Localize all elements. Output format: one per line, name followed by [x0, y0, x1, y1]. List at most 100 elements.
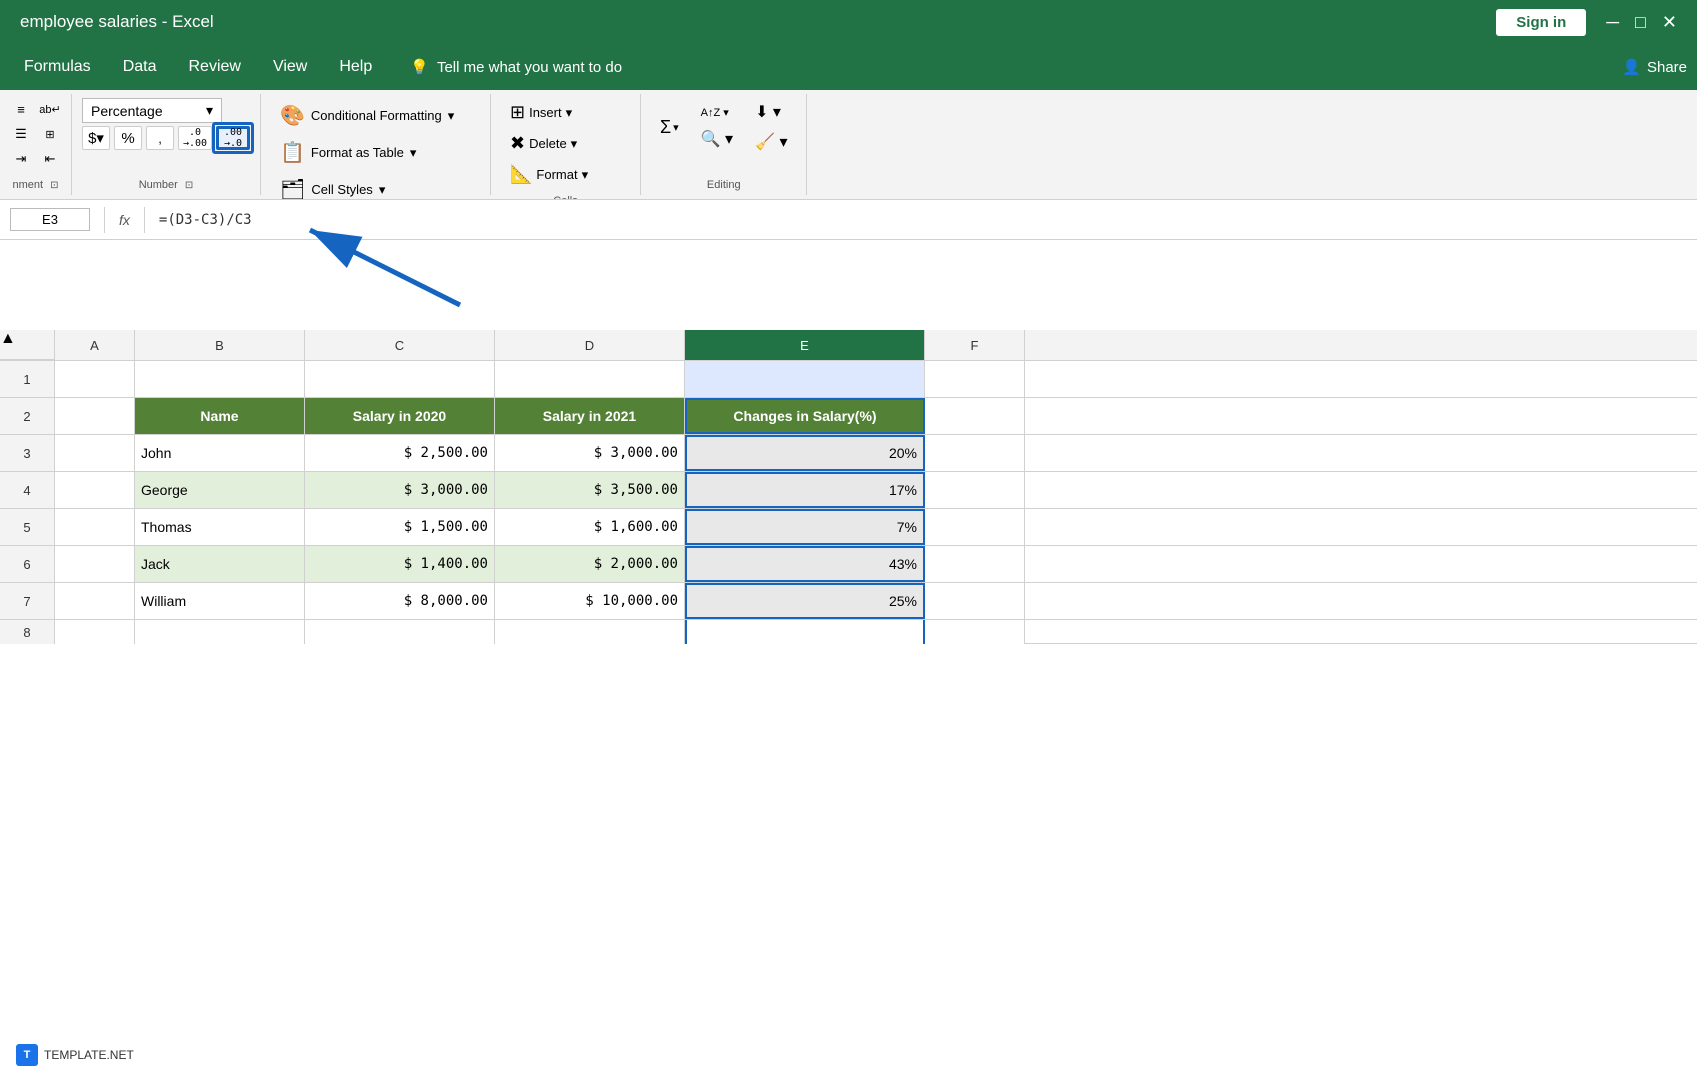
cell-f5[interactable] [925, 509, 1025, 545]
cell-a6[interactable] [55, 546, 135, 582]
cell-e4[interactable]: 17% [685, 472, 925, 508]
insert-button[interactable]: ⊞ Insert ▾ [501, 98, 630, 127]
format-button[interactable]: 📐 Format ▾ [501, 160, 630, 189]
cell-d5[interactable]: $ 1,600.00 [495, 509, 685, 545]
share-button[interactable]: 👤 Share [1622, 58, 1687, 76]
align-center-button[interactable]: ☰ [8, 123, 34, 145]
cell-d2[interactable]: Salary in 2021 [495, 398, 685, 434]
menu-formulas[interactable]: Formulas [10, 50, 105, 84]
cell-e8[interactable] [685, 620, 925, 644]
merge-button[interactable]: ⊞ [37, 123, 63, 145]
text-wrap-button[interactable]: ab↵ [37, 98, 63, 120]
cell-a1[interactable] [55, 361, 135, 397]
table-row: 8 [0, 620, 1697, 644]
cell-c4[interactable]: $ 3,000.00 [305, 472, 495, 508]
menu-help[interactable]: Help [325, 50, 386, 84]
cell-c5[interactable]: $ 1,500.00 [305, 509, 495, 545]
col-header-c[interactable]: C [305, 330, 495, 360]
cell-styles-button[interactable]: 🗂 Cell Styles ▾ [271, 172, 480, 200]
cell-f8[interactable] [925, 620, 1025, 644]
ribbon-editing-group: Σ ▾ A↑Z ▾ 🔍 ▾ ⬇ ▾ 🧹 ▾ Editing [641, 94, 807, 195]
cell-c2[interactable]: Salary in 2020 [305, 398, 495, 434]
cell-reference-box[interactable]: E3 [10, 208, 90, 231]
cell-f4[interactable] [925, 472, 1025, 508]
conditional-formatting-button[interactable]: 🎨 Conditional Formatting ▾ [271, 98, 480, 133]
outdent-button[interactable]: ⇤ [37, 148, 63, 170]
cell-a8[interactable] [55, 620, 135, 644]
clear-button[interactable]: 🧹 ▾ [746, 128, 796, 156]
delete-button[interactable]: ✖ Delete ▾ [501, 129, 630, 158]
delete-dropdown-icon: ▾ [571, 136, 578, 152]
fill-button[interactable]: ⬇ ▾ [746, 98, 796, 126]
comma-button[interactable]: , [146, 126, 174, 150]
cell-e1[interactable] [685, 361, 925, 397]
cell-c6[interactable]: $ 1,400.00 [305, 546, 495, 582]
menu-data[interactable]: Data [109, 50, 171, 84]
col-header-b[interactable]: B [135, 330, 305, 360]
cell-e6[interactable]: 43% [685, 546, 925, 582]
tell-me-bar[interactable]: 💡 Tell me what you want to do [410, 58, 622, 76]
cell-styles-icon: 🗂 [280, 177, 305, 200]
minimize-button[interactable]: ─ [1606, 12, 1619, 33]
close-button[interactable]: ✕ [1662, 12, 1677, 33]
cell-e3[interactable]: 20% [685, 435, 925, 471]
cell-a5[interactable] [55, 509, 135, 545]
cell-b6[interactable]: Jack [135, 546, 305, 582]
maximize-button[interactable]: □ [1635, 12, 1646, 33]
col-header-d[interactable]: D [495, 330, 685, 360]
increase-decimal-button[interactable]: .0→.00 [178, 126, 212, 150]
ribbon-styles-group: 🎨 Conditional Formatting ▾ 📋 Format as T… [261, 94, 491, 195]
indent-button[interactable]: ⇥ [8, 148, 34, 170]
col-header-e[interactable]: E [685, 330, 925, 360]
cell-b4[interactable]: George [135, 472, 305, 508]
cell-a2[interactable] [55, 398, 135, 434]
decrease-decimal-button[interactable]: .00→.0 [216, 126, 250, 150]
col-header-f[interactable]: F [925, 330, 1025, 360]
cell-f6[interactable] [925, 546, 1025, 582]
title-bar-right: Sign in ─ □ ✕ [1496, 9, 1677, 36]
cell-c1[interactable] [305, 361, 495, 397]
cell-b8[interactable] [135, 620, 305, 644]
cell-c7[interactable]: $ 8,000.00 [305, 583, 495, 619]
cell-f3[interactable] [925, 435, 1025, 471]
format-as-table-button[interactable]: 📋 Format as Table ▾ [271, 135, 480, 170]
align-left-button[interactable]: ≡ [8, 98, 34, 120]
cell-b1[interactable] [135, 361, 305, 397]
number-format-dropdown[interactable]: Percentage ▾ [82, 98, 222, 123]
cell-a3[interactable] [55, 435, 135, 471]
cell-d1[interactable] [495, 361, 685, 397]
cell-d6[interactable]: $ 2,000.00 [495, 546, 685, 582]
find-button[interactable]: 🔍 ▾ [692, 125, 742, 153]
cell-e2[interactable]: Changes in Salary(%) [685, 398, 925, 434]
menu-review[interactable]: Review [174, 50, 254, 84]
cell-d7[interactable]: $ 10,000.00 [495, 583, 685, 619]
cell-c8[interactable] [305, 620, 495, 644]
menu-view[interactable]: View [259, 50, 321, 84]
col-header-a[interactable]: A [55, 330, 135, 360]
cell-e7[interactable]: 25% [685, 583, 925, 619]
cell-a4[interactable] [55, 472, 135, 508]
cell-d8[interactable] [495, 620, 685, 644]
cell-b5[interactable]: Thomas [135, 509, 305, 545]
cell-f2[interactable] [925, 398, 1025, 434]
currency-button[interactable]: $▾ [82, 126, 110, 150]
sign-in-button[interactable]: Sign in [1496, 9, 1586, 36]
cell-e5[interactable]: 7% [685, 509, 925, 545]
cell-b7[interactable]: William [135, 583, 305, 619]
cell-a7[interactable] [55, 583, 135, 619]
cell-styles-label: Cell Styles [311, 182, 372, 197]
cell-b3[interactable]: John [135, 435, 305, 471]
cell-d3[interactable]: $ 3,000.00 [495, 435, 685, 471]
cell-f1[interactable] [925, 361, 1025, 397]
alignment-expand-icon[interactable]: ⊡ [50, 180, 58, 191]
number-expand-icon[interactable]: ⊡ [185, 180, 193, 191]
cell-b2[interactable]: Name [135, 398, 305, 434]
cell-d4[interactable]: $ 3,500.00 [495, 472, 685, 508]
number-format-row2: $▾ % , .0→.00 .00→.0 [82, 126, 250, 150]
sum-button[interactable]: Σ ▾ [651, 112, 688, 143]
percent-button[interactable]: % [114, 126, 142, 150]
watermark-text: TEMPLATE.NET [44, 1048, 134, 1062]
cell-c3[interactable]: $ 2,500.00 [305, 435, 495, 471]
sort-asc-button[interactable]: A↑Z ▾ [692, 102, 742, 123]
cell-f7[interactable] [925, 583, 1025, 619]
